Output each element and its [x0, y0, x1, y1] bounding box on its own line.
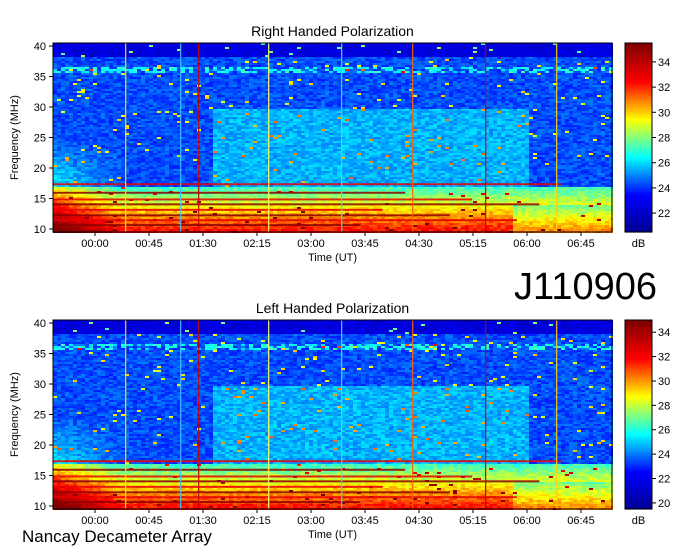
- colorbar-tick-label: 26: [658, 425, 670, 437]
- x-tick-label: 06:45: [567, 238, 595, 250]
- colorbar: 20 22 24 26 28 30 32 34 dB: [624, 319, 670, 527]
- x-tick-label: 05:15: [459, 238, 487, 250]
- y-tick-label: 35: [34, 72, 46, 84]
- x-tick-label: 00:45: [135, 238, 163, 250]
- x-tick-label: 06:00: [513, 238, 541, 250]
- x-axis-label: Time (UT): [308, 529, 357, 541]
- spectrogram-panel-1: Right Handed Polarization 10 15 20 25 30 35 40 F…: [9, 23, 670, 264]
- y-tick-label: 20: [34, 163, 46, 175]
- colorbar-tick-label: 30: [658, 376, 670, 388]
- observation-id: J110906: [514, 266, 657, 309]
- x-tick-label: 00:45: [135, 515, 163, 527]
- y-tick-label: 10: [34, 224, 46, 236]
- x-tick-label: 06:00: [513, 515, 541, 527]
- y-tick-label: 10: [34, 501, 46, 513]
- colorbar-tick-label: 32: [658, 82, 670, 94]
- chart-title: Left Handed Polarization: [256, 300, 409, 316]
- y-tick-label: 20: [34, 440, 46, 452]
- x-tick-label: 00:00: [81, 238, 109, 250]
- colorbar-tick-label: 34: [658, 57, 670, 69]
- x-tick-label: 05:15: [459, 515, 487, 527]
- y-tick-label: 25: [34, 410, 46, 422]
- colorbar-tick-label: 22: [658, 474, 670, 486]
- y-tick-label: 40: [34, 41, 46, 53]
- y-tick-label: 40: [34, 318, 46, 330]
- x-axis-label: Time (UT): [308, 252, 357, 264]
- colorbar: 22 24 26 28 30 32 34 dB: [624, 42, 670, 250]
- x-tick-label: 03:45: [351, 238, 379, 250]
- colorbar-tick-label: 22: [658, 208, 670, 220]
- footer-label: Nancay Decameter Array: [22, 527, 212, 547]
- spectrogram-panel-2: Left Handed Polarization 10 15 20 25 30 35 40 Fr…: [9, 300, 670, 541]
- y-tick-label: 30: [34, 102, 46, 114]
- y-tick-label: 15: [34, 470, 46, 482]
- x-tick-label: 04:30: [405, 515, 433, 527]
- x-tick-label: 02:15: [243, 515, 271, 527]
- colorbar-tick-label: 28: [658, 400, 670, 412]
- y-axis-label: Frequency (MHz): [9, 95, 21, 180]
- colorbar-tick-label: 34: [658, 327, 670, 339]
- y-tick-label: 30: [34, 379, 46, 391]
- spectrogram-image: [53, 320, 613, 510]
- y-tick-label: 15: [34, 193, 46, 205]
- x-tick-label: 04:30: [405, 238, 433, 250]
- chart-title: Right Handed Polarization: [251, 23, 414, 39]
- x-tick-label: 03:45: [351, 515, 379, 527]
- colorbar-label: dB: [632, 515, 645, 527]
- x-tick-label: 01:30: [189, 238, 217, 250]
- colorbar-tick-label: 28: [658, 133, 670, 145]
- y-tick-label: 35: [34, 349, 46, 361]
- x-tick-label: 03:00: [297, 238, 325, 250]
- spectrogram-image: [53, 43, 613, 233]
- x-tick-label: 02:15: [243, 238, 271, 250]
- y-axis-label: Frequency (MHz): [9, 372, 21, 457]
- colorbar-tick-label: 24: [658, 183, 670, 195]
- colorbar-tick-label: 32: [658, 352, 670, 364]
- y-tick-label: 25: [34, 133, 46, 145]
- x-tick-label: 03:00: [297, 515, 325, 527]
- colorbar-label: dB: [632, 238, 645, 250]
- x-tick-label: 01:30: [189, 515, 217, 527]
- x-tick-label: 00:00: [81, 515, 109, 527]
- colorbar-tick-label: 24: [658, 449, 670, 461]
- colorbar-tick-label: 30: [658, 107, 670, 119]
- colorbar-tick-label: 26: [658, 158, 670, 170]
- colorbar-tick-label: 20: [658, 498, 670, 510]
- x-tick-label: 06:45: [567, 515, 595, 527]
